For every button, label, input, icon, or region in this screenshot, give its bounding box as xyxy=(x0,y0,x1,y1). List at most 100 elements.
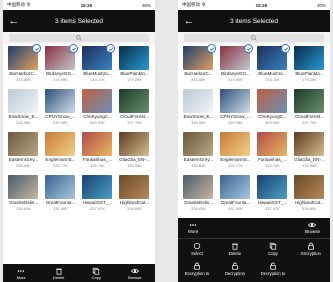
file-tile[interactable]: CPNYSnow_... 339.58K xyxy=(218,87,253,127)
delete-button[interactable]: Delete xyxy=(52,267,65,280)
sheet-browse-label: Browse xyxy=(304,229,320,234)
copy-option[interactable]: Copy xyxy=(255,242,291,256)
copy-button[interactable]: Copy xyxy=(92,267,101,280)
selected-check-icon[interactable] xyxy=(106,44,115,53)
image-thumbnail xyxy=(45,175,75,199)
search-input[interactable] xyxy=(184,34,324,42)
sheet-more-button[interactable]: More xyxy=(188,221,198,234)
selected-check-icon[interactable] xyxy=(207,44,216,53)
file-tile[interactable]: GraniteDelis... 339.63K xyxy=(181,173,216,213)
selected-check-icon[interactable] xyxy=(69,44,78,53)
file-size: 339.58K xyxy=(53,120,68,125)
encryption-option[interactable]: Encryption xyxy=(293,242,329,256)
file-tile[interactable]: BowSnow_E... 338.96K xyxy=(181,87,216,127)
file-tile[interactable]: ChoKyungC... 305.34K xyxy=(255,87,290,127)
image-thumbnail xyxy=(45,132,75,156)
more-button[interactable]: More xyxy=(17,267,26,280)
file-tile[interactable]: HawaiiGST_... 337.57K xyxy=(80,173,115,213)
selected-check-icon[interactable] xyxy=(244,44,253,53)
file-name: BarHarborC... xyxy=(184,71,213,76)
eye-icon xyxy=(308,222,317,228)
file-name: BlueMushro... xyxy=(258,71,287,76)
more-icon xyxy=(189,224,197,226)
decryption-option[interactable]: Decryption xyxy=(217,262,253,276)
image-thumbnail xyxy=(257,175,287,199)
file-size: 326.77K xyxy=(228,163,243,168)
image-thumbnail xyxy=(294,46,324,70)
file-tile[interactable]: EnglemannS... 326.77K xyxy=(218,130,253,170)
file-size: 326.76K xyxy=(265,163,280,168)
file-name: EasternGrey... xyxy=(183,157,214,162)
search-icon xyxy=(251,35,257,41)
image-thumbnail xyxy=(8,89,38,113)
file-tile[interactable]: CloudForest... 337.76K xyxy=(117,87,152,127)
file-tile[interactable]: GraniteDelis... 339.63K xyxy=(6,173,41,213)
file-size: 339.60K xyxy=(302,206,317,211)
file-tile[interactable]: Fontainhas_... 326.76K xyxy=(255,130,290,170)
file-size: 339.56K xyxy=(302,163,317,168)
unlock-icon xyxy=(232,262,238,270)
file-tile[interactable]: BlueMushro... 243.11K xyxy=(80,44,115,84)
file-size: 338.96K xyxy=(191,120,206,125)
file-tile[interactable]: Fontainhas_... 326.76K xyxy=(80,130,115,170)
file-tile[interactable]: HighlandCat... 339.60K xyxy=(117,173,152,213)
copy-icon xyxy=(93,267,100,275)
file-tile[interactable]: BlueMushro... 243.11K xyxy=(255,44,290,84)
file-size: 337.57K xyxy=(265,206,280,211)
file-tile[interactable]: BluePlankto... 179.25K xyxy=(117,44,152,84)
back-arrow-icon[interactable]: ← xyxy=(182,14,196,28)
file-name: Fontainhas_... xyxy=(82,157,113,162)
decryption-to-option[interactable]: Decryption to xyxy=(255,262,291,276)
file-size: 319.69K xyxy=(53,77,68,82)
encryption-to-option[interactable]: Encryption to xyxy=(179,262,215,276)
file-tile[interactable]: BirdseyeGG... 319.69K xyxy=(218,44,253,84)
file-size: 337.76K xyxy=(302,120,317,125)
file-tile[interactable]: GliaGlia_EN-... 339.56K xyxy=(292,130,327,170)
back-arrow-icon[interactable]: ← xyxy=(7,14,21,28)
file-size: 339.60K xyxy=(127,206,142,211)
search-input[interactable] xyxy=(9,34,149,42)
file-tile[interactable]: CloudForest... 337.76K xyxy=(292,87,327,127)
file-tile[interactable]: ChoKyungC... 305.34K xyxy=(80,87,115,127)
file-tile[interactable]: BowSnow_E... 338.96K xyxy=(6,87,41,127)
file-tile[interactable]: EasternGrey... 336.84K xyxy=(181,130,216,170)
file-size: 326.77K xyxy=(53,163,68,168)
file-tile[interactable]: BirdseyeGG... 319.69K xyxy=(43,44,78,84)
file-tile[interactable]: GreatFounta... 331.90K xyxy=(218,173,253,213)
phone-screen-right: 中国移动 令 15:26 30% ← 3 items Selected BarH… xyxy=(178,0,330,282)
selected-check-icon[interactable] xyxy=(32,44,41,53)
image-thumbnail xyxy=(8,132,38,156)
delete-label: Delete xyxy=(52,274,65,280)
file-tile[interactable]: HawaiiGST_... 337.57K xyxy=(255,173,290,213)
file-tile[interactable]: EasternGrey... 336.84K xyxy=(6,130,41,170)
file-size: 339.56K xyxy=(127,163,142,168)
delete-option[interactable]: Delete xyxy=(217,242,253,256)
image-thumbnail xyxy=(8,175,38,199)
image-thumbnail xyxy=(119,46,149,70)
clock: 15:26 xyxy=(80,2,93,8)
file-name: BowSnow_E... xyxy=(8,114,39,119)
file-tile[interactable]: EnglemannS... 326.77K xyxy=(43,130,78,170)
more-icon xyxy=(17,269,25,272)
browse-button[interactable]: Browse xyxy=(128,267,141,280)
file-name: Fontainhas_... xyxy=(257,157,288,162)
file-tile[interactable]: GreatFounta... 331.90K xyxy=(43,173,78,213)
file-tile[interactable]: BarHarborC... 315.85K xyxy=(181,44,216,84)
file-tile[interactable]: GliaGlia_EN-... 339.56K xyxy=(117,130,152,170)
sheet-browse-button[interactable]: Browse xyxy=(305,221,320,234)
selection-title: 3 items Selected xyxy=(229,17,279,25)
selected-check-icon[interactable] xyxy=(281,44,290,53)
file-size: 337.76K xyxy=(127,120,142,125)
file-name: BluePlankto... xyxy=(120,71,149,76)
file-tile[interactable]: HighlandCat... 339.60K xyxy=(292,173,327,213)
circle-icon xyxy=(193,242,201,250)
select-option[interactable]: Select xyxy=(179,242,215,256)
image-thumbnail xyxy=(183,132,213,156)
file-tile[interactable]: BluePlankto... 179.25K xyxy=(292,44,327,84)
image-thumbnail xyxy=(82,132,112,156)
file-size: 336.84K xyxy=(16,163,31,168)
file-tile[interactable]: CPNYSnow_... 339.58K xyxy=(43,87,78,127)
file-tile[interactable]: BarHarborC... 315.85K xyxy=(6,44,41,84)
file-name: GraniteDelis... xyxy=(8,200,39,205)
file-size: 243.11K xyxy=(265,77,280,82)
